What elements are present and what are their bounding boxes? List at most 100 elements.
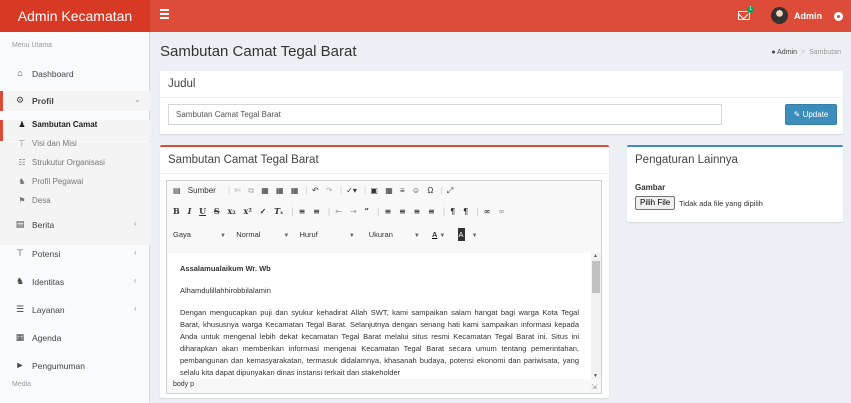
table-icon[interactable]: ▦ (385, 186, 393, 195)
numbered-list-icon[interactable]: ≡ (299, 206, 306, 216)
editor-scrollbar[interactable]: ▲ ▼ (591, 253, 601, 379)
bold-icon[interactable]: B (173, 206, 180, 216)
bulleted-list-icon[interactable]: ≡ (313, 206, 320, 216)
content-paragraph: Dengan mengucapkan puji dan syukur kehad… (180, 308, 579, 377)
separator: | (376, 206, 380, 216)
submenu-item-visi-misi[interactable]: ⊤ Visi dan Misi (17, 139, 77, 148)
outdent-icon[interactable]: ⇤ (335, 206, 342, 216)
background-color-button[interactable]: A ▼ (457, 228, 483, 241)
text-color-button[interactable]: A ▼ (432, 228, 450, 241)
submenu-item-profil-pegawai[interactable]: ♞ Profil Pegawai (17, 177, 83, 186)
sidebar-item-layanan[interactable]: ☰ Layanan ‹ (0, 300, 150, 320)
pencil-icon: ✎ (793, 110, 801, 119)
ltr-icon[interactable]: ¶ (450, 206, 455, 216)
avatar[interactable] (771, 7, 788, 24)
choose-file-button[interactable]: Pilih File (635, 196, 676, 210)
blockquote-icon[interactable]: ” (364, 206, 369, 216)
editor-content[interactable]: Assalamualaikum Wr. Wb Alhamdulillahhiro… (168, 253, 591, 379)
sidebar-item-agenda[interactable]: ▦ Agenda (0, 328, 150, 348)
submenu-item-desa[interactable]: ⚑ Desa (17, 196, 50, 205)
chevron-left-icon: ‹ (134, 276, 137, 285)
rtl-icon[interactable]: ¶ (463, 206, 468, 216)
separator: | (339, 186, 342, 195)
judul-title: Judul (168, 78, 196, 90)
copy-icon[interactable]: ⧉ (248, 186, 254, 196)
maximize-icon[interactable]: ⤢ (447, 186, 453, 196)
scroll-down-icon[interactable]: ▼ (593, 373, 598, 379)
judul-input[interactable]: Sambutan Camat Tegal Barat (168, 104, 722, 125)
settings-gear-icon[interactable] (834, 12, 843, 21)
link-icon[interactable]: ∞ (484, 206, 491, 216)
style-dropdown[interactable]: Gaya ▼ (173, 228, 229, 241)
sidebar-item-profil[interactable]: ⚙ Profil ⌄ (0, 91, 150, 111)
user-name[interactable]: Admin (794, 11, 822, 21)
source-button[interactable]: ▤ Sumber (173, 186, 221, 195)
chevron-left-icon: ‹ (134, 248, 137, 257)
rich-text-editor: ▤ Sumber | ✄ ⧉ ▦ ▦ ▦ | ↶ ↷ | ✓▾ | ▣ ▦ ≡ … (166, 180, 602, 394)
resize-handle-icon[interactable]: ⇲ (591, 383, 597, 391)
size-dropdown[interactable]: Ukuran ▼ (369, 228, 425, 241)
copy-format-icon[interactable]: ✓ (260, 206, 267, 216)
superscript-icon[interactable]: x² (244, 206, 252, 216)
editor-toolbar-row-2: B I U S x₂ x² ✓ Tₓ | ≡ ≡ | ⇤ ⇥ ” | ≡ ≡ ≡… (173, 206, 510, 222)
pushpin-icon: ⊤ (18, 139, 26, 148)
unlink-icon[interactable]: ∞ (498, 206, 505, 216)
format-dropdown[interactable]: Normal ▼ (236, 228, 292, 241)
sidebar-item-label: Pengumuman (32, 361, 85, 371)
sidebar-item-label: Agenda (32, 333, 62, 343)
sidebar-item-label: Layanan (32, 305, 65, 315)
submenu-item-label: Visi dan Misi (32, 139, 77, 148)
user-icon: ♟ (18, 120, 26, 129)
align-center-icon[interactable]: ≡ (399, 206, 406, 216)
submenu-item-label: Profil Pegawai (32, 177, 84, 186)
sidebar-item-label: Dashboard (32, 69, 74, 79)
style-dropdown-label: Gaya (173, 230, 191, 239)
breadcrumb: ● Admin > Sambutan (771, 49, 841, 56)
gambar-label: Gambar (635, 183, 666, 192)
submenu-item-struktur[interactable]: ☷ Strukutur Organisasi (17, 158, 105, 167)
app-brand[interactable]: Admin Kecamatan (0, 0, 150, 32)
strikethrough-icon[interactable]: S (214, 206, 220, 216)
sidebar-item-pengumuman[interactable]: ► Pengumuman (0, 356, 150, 376)
image-icon[interactable]: ▣ (370, 186, 378, 195)
remove-format-icon[interactable]: Tₓ (274, 206, 283, 216)
editor-path[interactable]: body p (173, 381, 194, 388)
sidebar-header: Menu Utama (12, 42, 53, 49)
align-right-icon[interactable]: ≡ (413, 206, 420, 216)
file-status: Tidak ada file yang dipilih (679, 199, 763, 208)
judul-box: Judul Sambutan Camat Tegal Barat ✎ Updat… (160, 71, 843, 134)
font-dropdown[interactable]: Huruf ▼ (299, 228, 361, 241)
sitemap-icon: ♞ (15, 276, 25, 286)
submenu-item-label: Sambutan Camat (32, 120, 98, 129)
cut-icon[interactable]: ✄ (234, 186, 241, 195)
omega-icon[interactable]: Ω (427, 186, 433, 195)
submenu-item-sambutan-camat[interactable]: ♟ Sambutan Camat (17, 120, 97, 129)
justify-icon[interactable]: ≡ (428, 206, 435, 216)
sidebar-item-label: Identitas (32, 277, 65, 287)
indent-icon[interactable]: ⇥ (350, 206, 357, 216)
underline-icon[interactable]: U (199, 206, 206, 216)
horizontal-line-icon[interactable]: ≡ (400, 186, 405, 195)
menu-toggle-icon[interactable] (160, 9, 169, 19)
sidebar-item-berita[interactable]: ▤ Berita ‹ (0, 215, 150, 235)
sidebar-item-dashboard[interactable]: ⌂ Dashboard (0, 64, 150, 84)
paste-icon[interactable]: ▦ (261, 186, 269, 195)
italic-icon[interactable]: I (188, 206, 192, 216)
paste-text-icon[interactable]: ▦ (276, 186, 284, 195)
spellcheck-icon[interactable]: ✓▾ (346, 186, 357, 195)
smiley-icon[interactable]: ☺ (412, 186, 420, 195)
sidebar-item-potensi[interactable]: ⊤ Potensi ‹ (0, 244, 150, 264)
undo-icon[interactable]: ↶ (312, 186, 319, 195)
update-button[interactable]: ✎ Update (785, 104, 837, 125)
scrollbar-thumb[interactable] (592, 261, 600, 293)
separator: | (305, 186, 308, 195)
subscript-icon[interactable]: x₂ (227, 206, 235, 216)
sidebar-item-identitas[interactable]: ♞ Identitas ‹ (0, 272, 150, 292)
breadcrumb-item[interactable]: Admin (777, 49, 797, 56)
redo-icon[interactable]: ↷ (326, 186, 333, 195)
breadcrumb-item: Sambutan (809, 49, 841, 56)
align-left-icon[interactable]: ≡ (384, 206, 391, 216)
scroll-up-icon[interactable]: ▲ (593, 253, 598, 259)
paste-word-icon[interactable]: ▦ (291, 186, 299, 195)
submenu-item-label: Strukutur Organisasi (32, 158, 105, 167)
